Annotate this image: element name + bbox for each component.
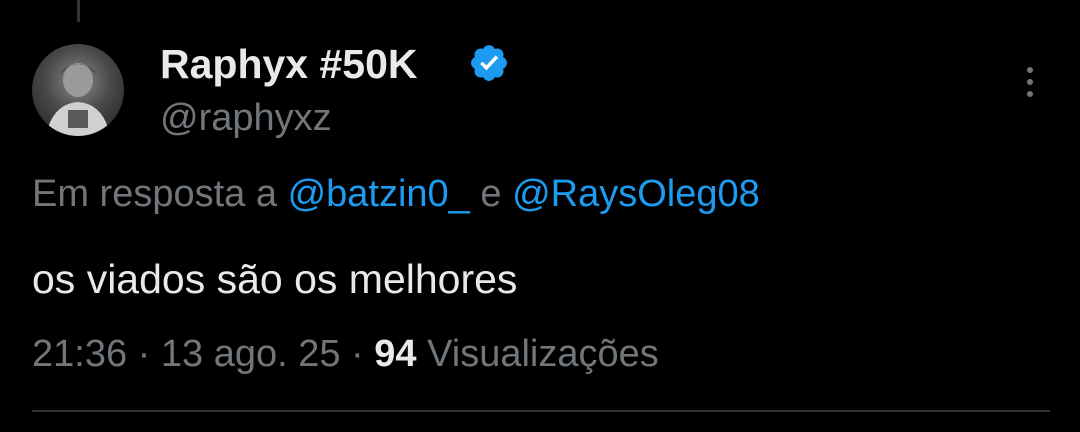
reply-prefix: Em resposta a (32, 173, 288, 215)
views-label[interactable]: Visualizações (417, 333, 659, 375)
verified-badge-icon (471, 45, 507, 81)
author-handle[interactable]: @raphyxz (160, 95, 332, 141)
thread-connector-line (77, 0, 80, 22)
tweet-date[interactable]: 13 ago. 25 (161, 333, 341, 375)
tweet-metadata: 21:36 · 13 ago. 25 · 94 Visualizações (32, 330, 659, 378)
divider (32, 410, 1050, 412)
reply-joiner: e (469, 173, 513, 215)
tweet-text: os viados são os melhores (32, 256, 518, 302)
tweet-time[interactable]: 21:36 (32, 333, 127, 375)
reply-context: Em resposta a @batzin0_ e @RaysOleg08 (32, 170, 760, 218)
more-options-button[interactable] (1010, 62, 1050, 102)
author-display-name[interactable]: Raphyx #50K (160, 40, 418, 88)
more-options-icon (1027, 67, 1033, 73)
meta-separator: · (340, 333, 375, 375)
meta-separator: · (127, 333, 161, 375)
more-options-icon-dot (1027, 79, 1033, 85)
more-options-icon-dot (1027, 91, 1033, 97)
views-count[interactable]: 94 (374, 333, 416, 375)
avatar[interactable] (32, 44, 124, 136)
mention-link-batzin0[interactable]: @batzin0_ (288, 173, 470, 215)
mention-link-raysoleg08[interactable]: @RaysOleg08 (512, 173, 760, 215)
